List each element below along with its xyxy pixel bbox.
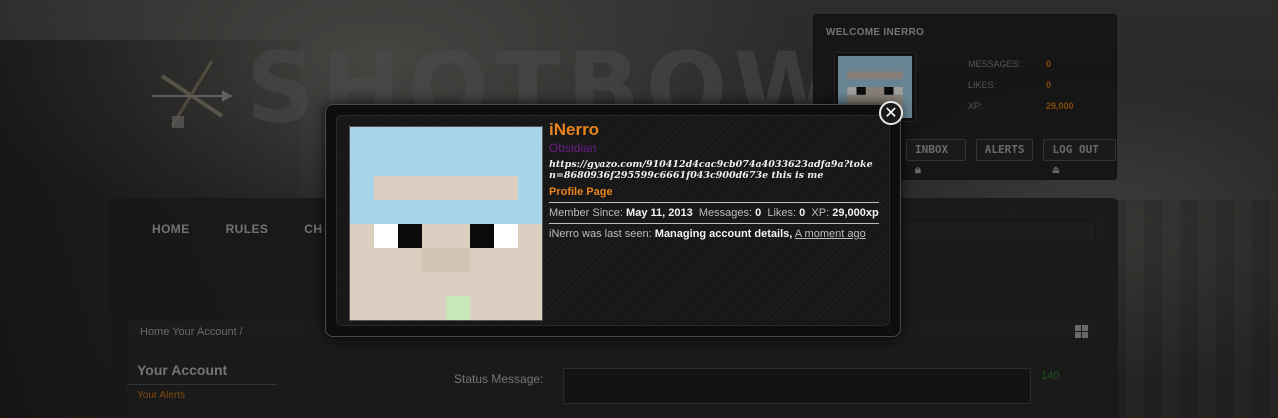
info-divider bbox=[549, 202, 879, 203]
profile-page-link[interactable]: Profile Page bbox=[549, 186, 879, 199]
member-avatar[interactable] bbox=[349, 126, 543, 321]
member-rank: Obsidian bbox=[549, 141, 597, 155]
member-info: iNerro Obsidian https://gyazo.com/910412… bbox=[549, 120, 879, 241]
member-status-message: https://gyazo.com/910412d4cac9cb074a4033… bbox=[549, 159, 873, 181]
member-last-seen: iNerro was last seen: Managing account d… bbox=[549, 228, 866, 240]
close-icon[interactable]: ✕ bbox=[879, 101, 903, 125]
avatar-image bbox=[350, 127, 542, 320]
member-username[interactable]: iNerro bbox=[549, 120, 879, 140]
info-divider-2 bbox=[549, 223, 879, 224]
last-seen-time: A moment ago bbox=[794, 228, 866, 240]
member-stats: Member Since: May 11, 2013 Messages: 0 L… bbox=[549, 207, 879, 219]
